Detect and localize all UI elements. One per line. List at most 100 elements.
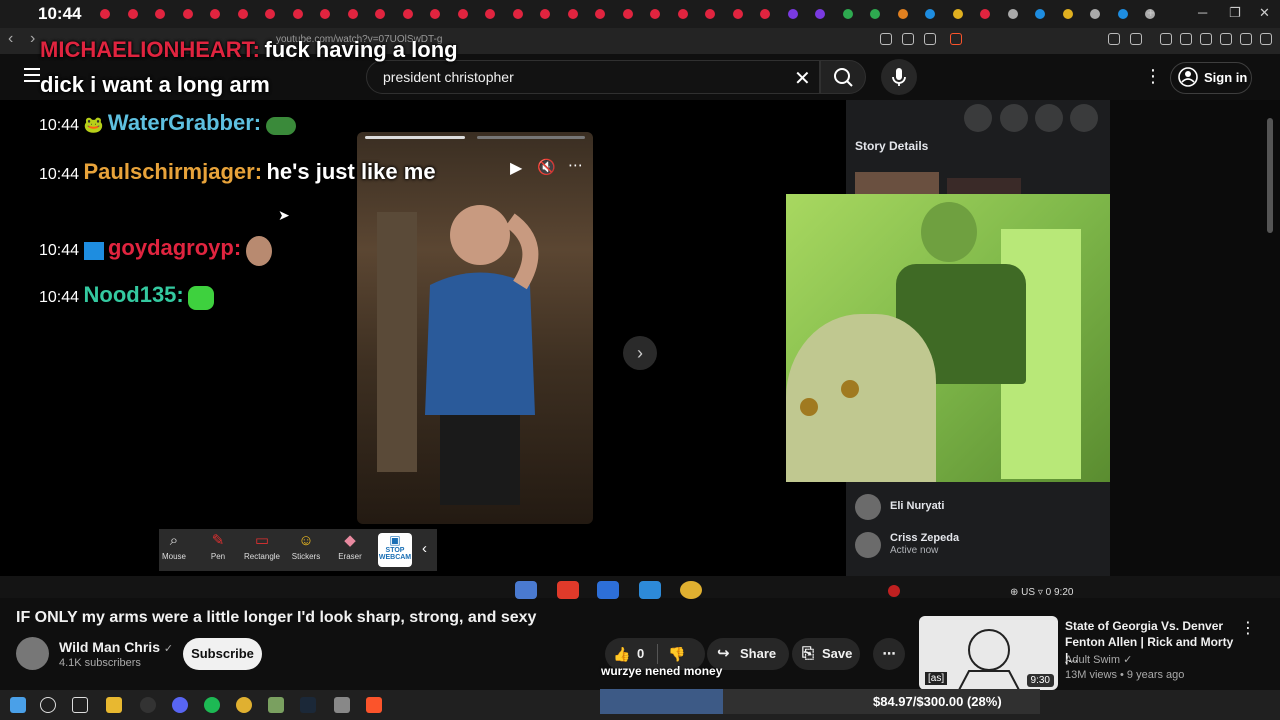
minimize-icon[interactable]: ─ — [1198, 5, 1207, 20]
tab-favicon-icon[interactable] — [127, 9, 138, 19]
tab-favicon-icon[interactable] — [540, 9, 550, 19]
avatar[interactable] — [855, 494, 881, 520]
task-view-icon[interactable] — [72, 697, 88, 713]
record-icon[interactable] — [888, 585, 900, 597]
tab-favicon-icon[interactable] — [430, 9, 440, 19]
tab-favicon-icon[interactable] — [1007, 9, 1018, 19]
vpn-icon[interactable] — [1220, 33, 1232, 45]
file-explorer-icon[interactable] — [106, 697, 122, 713]
bookmarks-icon[interactable] — [1160, 33, 1172, 45]
avatar[interactable] — [855, 532, 881, 558]
eraser-tool[interactable]: ◆ Eraser — [328, 530, 372, 570]
stickers-tool[interactable]: ☺ Stickers — [284, 530, 328, 570]
menu-icon[interactable] — [1260, 33, 1272, 45]
tab-favicon-icon[interactable] — [402, 9, 413, 19]
tab-favicon-icon[interactable] — [457, 9, 468, 19]
tab-favicon-icon[interactable] — [760, 9, 770, 19]
back-icon[interactable]: ‹ — [8, 30, 13, 48]
profile-icon[interactable] — [1240, 33, 1252, 45]
app-icon[interactable] — [515, 581, 537, 599]
brave-taskbar-icon[interactable] — [366, 697, 382, 713]
tab-favicon-icon[interactable] — [705, 9, 715, 19]
spotify-icon[interactable] — [204, 697, 220, 713]
tab-favicon-icon[interactable] — [1090, 9, 1100, 19]
chrome-icon[interactable] — [680, 581, 702, 599]
contact-name[interactable]: Criss Zepeda — [890, 532, 959, 544]
mute-icon[interactable]: 🔇 — [537, 158, 556, 176]
tab-favicon-icon[interactable] — [1035, 9, 1045, 19]
hamburger-menu-icon[interactable] — [24, 68, 40, 86]
contact-name[interactable]: Eli Nuryati — [890, 500, 944, 512]
screenshot-icon[interactable] — [1130, 33, 1142, 45]
chrome-taskbar-icon[interactable] — [236, 697, 252, 713]
tab-favicon-icon[interactable] — [210, 9, 220, 19]
pen-tool[interactable]: ✎ Pen — [196, 530, 240, 570]
settings-kebab-icon[interactable]: ⋮ — [1144, 66, 1162, 87]
tab-favicon-icon[interactable] — [375, 9, 385, 19]
tab-favicon-icon[interactable] — [815, 9, 825, 19]
tab-favicon-icon[interactable] — [650, 9, 660, 19]
close-window-icon[interactable]: ✕ — [1259, 5, 1270, 21]
tab-favicon-icon[interactable] — [925, 9, 935, 19]
rectangle-tool[interactable]: ▭ Rectangle — [240, 530, 284, 570]
video-options-icon[interactable]: ⋯ — [568, 156, 583, 174]
tab-favicon-icon[interactable] — [347, 9, 358, 19]
app-icon[interactable] — [268, 697, 284, 713]
discord-icon[interactable] — [172, 697, 188, 713]
tab-favicon-icon[interactable] — [155, 9, 165, 19]
collapse-toolbar-icon[interactable]: ‹ — [422, 540, 427, 557]
apps-grid-icon[interactable] — [964, 104, 992, 132]
tab-favicon-icon[interactable] — [485, 9, 495, 19]
save-button[interactable]: ⎘ Save — [792, 638, 860, 670]
tab-favicon-icon[interactable] — [870, 9, 880, 19]
tab-favicon-icon[interactable] — [320, 9, 330, 19]
forward-icon[interactable]: › — [30, 30, 35, 48]
search-button[interactable] — [820, 60, 866, 94]
tab-favicon-icon[interactable] — [952, 9, 963, 19]
mouse-tool[interactable]: ⌕ Mouse — [152, 530, 196, 570]
clear-search-icon[interactable]: ✕ — [794, 66, 811, 91]
account-dropdown-icon[interactable] — [1070, 104, 1098, 132]
tab-favicon-icon[interactable] — [842, 9, 853, 19]
new-tab-icon[interactable]: + — [1147, 5, 1155, 20]
tab-favicon-icon[interactable] — [512, 9, 523, 19]
tab-favicon-icon[interactable] — [567, 9, 578, 19]
more-actions-button[interactable]: ⋯ — [873, 638, 905, 670]
tab-favicon-icon[interactable] — [595, 9, 605, 19]
recommended-thumbnail[interactable]: [as] 9:30 — [919, 616, 1058, 690]
notifications-icon[interactable] — [1035, 104, 1063, 132]
share-page-icon[interactable] — [924, 33, 936, 45]
play-icon[interactable]: ▶ — [510, 158, 522, 178]
gmail-icon[interactable] — [557, 581, 579, 599]
steam-icon[interactable] — [300, 697, 316, 713]
tab-favicon-icon[interactable] — [292, 9, 303, 19]
next-story-button[interactable]: › — [623, 336, 657, 370]
page-scrollbar[interactable] — [1267, 118, 1273, 233]
story-thumbnail[interactable] — [855, 172, 939, 196]
files-icon[interactable] — [639, 581, 661, 599]
zoom-icon[interactable] — [880, 33, 892, 45]
tab-favicon-icon[interactable] — [182, 9, 193, 19]
tab-favicon-icon[interactable] — [265, 9, 275, 19]
obs-icon[interactable] — [140, 697, 156, 713]
extensions-icon[interactable] — [1108, 33, 1120, 45]
sidebar-icon[interactable] — [1180, 33, 1192, 45]
brave-shield-icon[interactable] — [950, 33, 962, 45]
maximize-icon[interactable]: ❐ — [1229, 5, 1241, 21]
tab-favicon-icon[interactable] — [980, 9, 990, 19]
tab-favicon-icon[interactable] — [732, 9, 743, 19]
messenger-icon[interactable] — [1000, 104, 1028, 132]
tab-favicon-icon[interactable] — [622, 9, 633, 19]
channel-avatar[interactable] — [16, 637, 49, 670]
cast-icon[interactable] — [902, 33, 914, 45]
tab-favicon-icon[interactable] — [897, 9, 908, 19]
search-taskbar-icon[interactable] — [40, 697, 56, 713]
recommended-menu-icon[interactable]: ⋮ — [1240, 618, 1256, 638]
windows-start-icon[interactable] — [10, 697, 26, 713]
subscribe-button[interactable]: Subscribe — [183, 638, 262, 670]
app-icon[interactable] — [334, 697, 350, 713]
tab-favicon-icon[interactable] — [237, 9, 248, 19]
voice-search-button[interactable] — [881, 59, 917, 95]
tab-favicon-icon[interactable] — [1062, 9, 1073, 19]
tab-favicon-icon[interactable] — [100, 9, 110, 19]
